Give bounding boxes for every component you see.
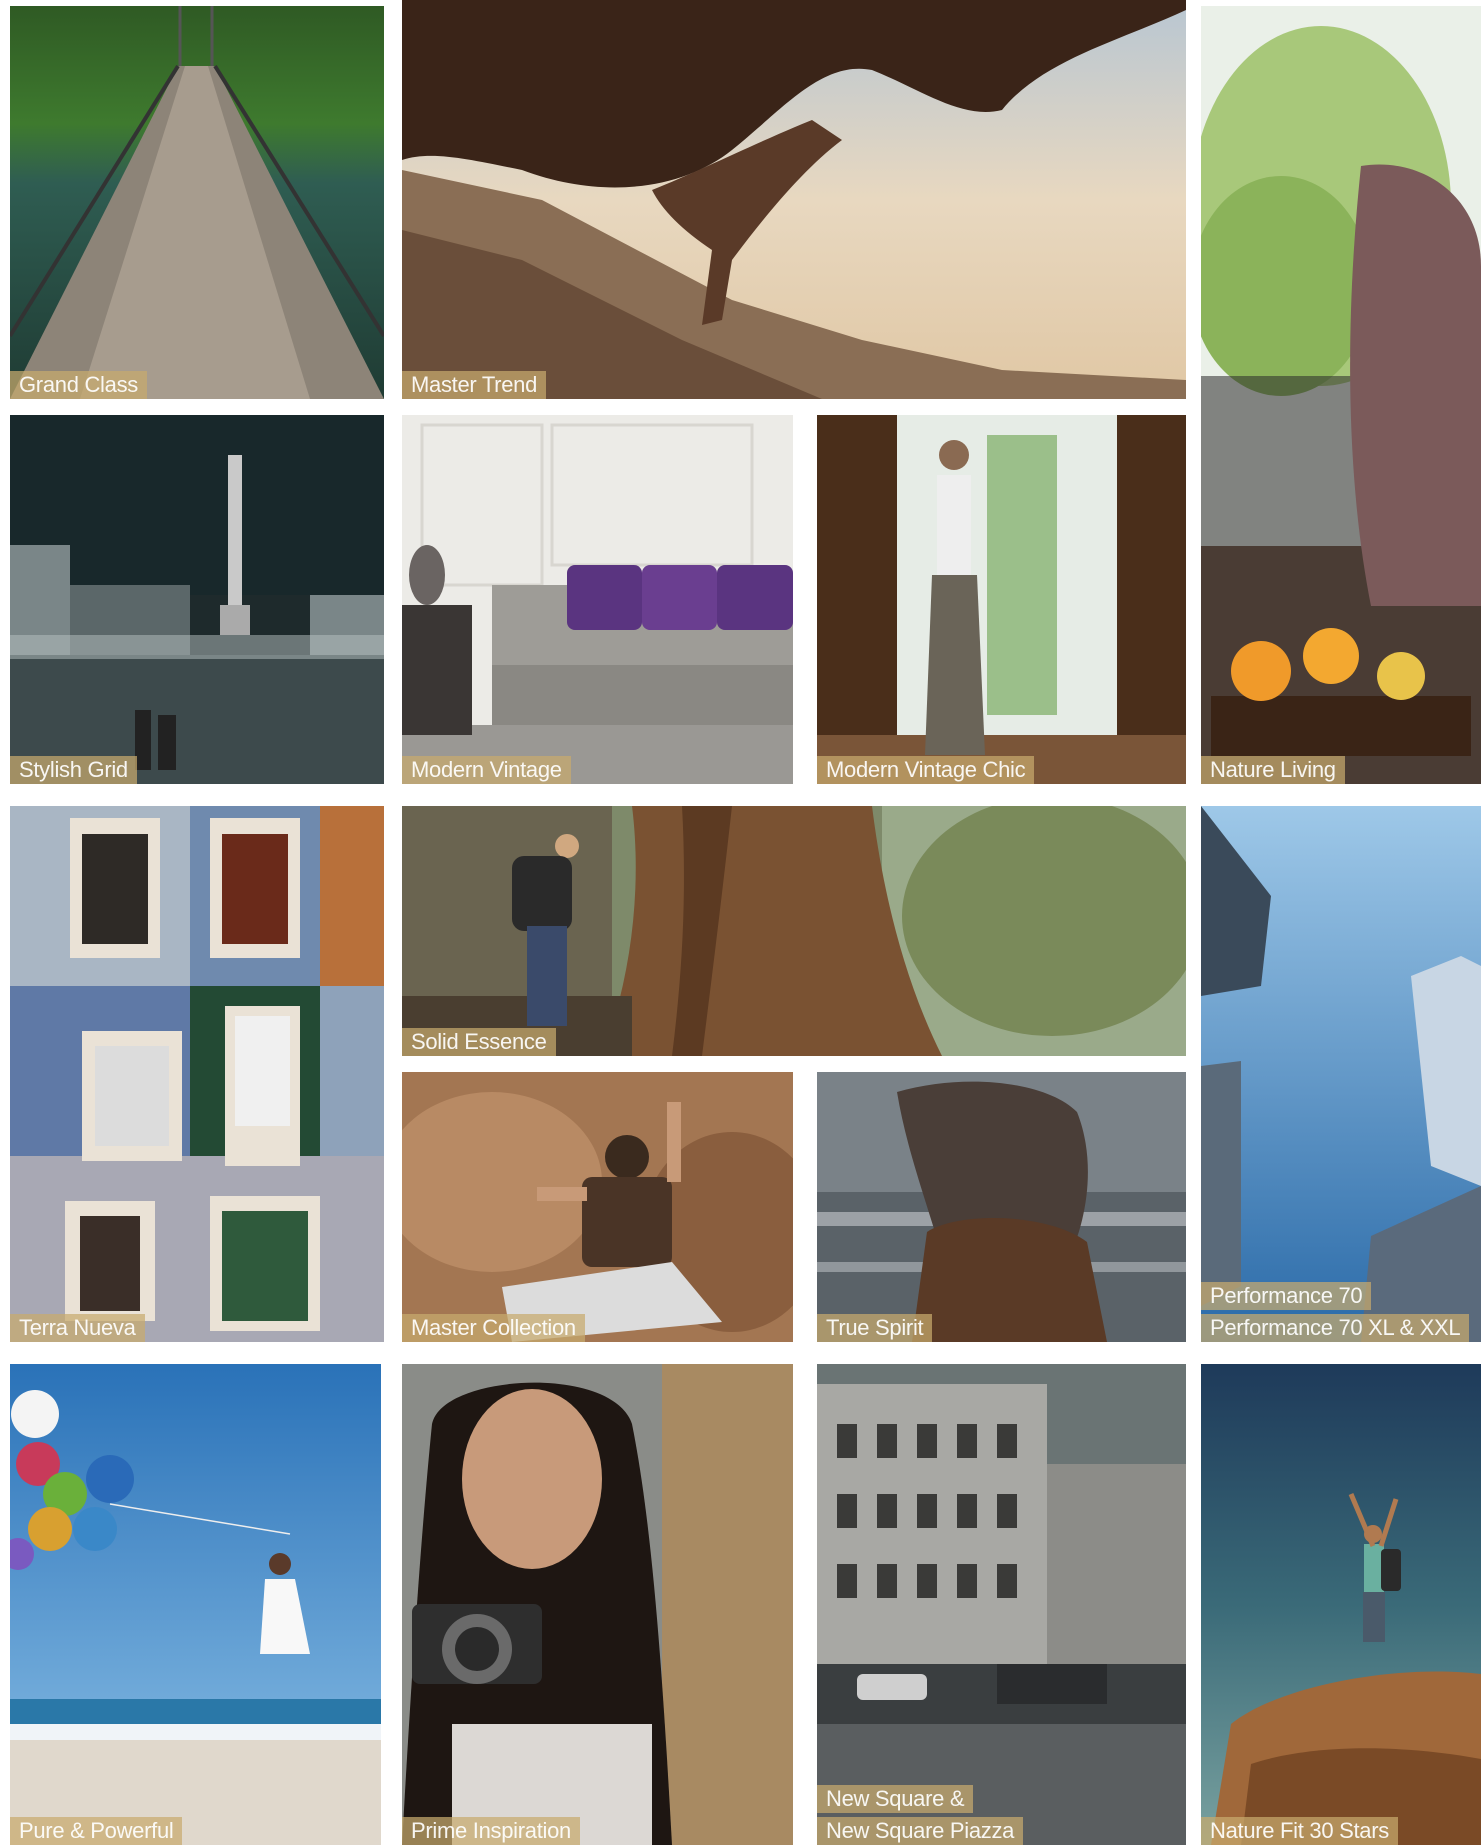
- tile-label: Performance 70 XL & XXL: [1201, 1314, 1470, 1342]
- tile-nature-living[interactable]: Nature Living: [1201, 6, 1481, 784]
- beach-balloons-image: [10, 1364, 381, 1845]
- tile-modern-vintage[interactable]: Modern Vintage: [402, 415, 793, 784]
- tile-label: Modern Vintage Chic: [817, 756, 1035, 784]
- tile-modern-vintage-chic[interactable]: Modern Vintage Chic: [817, 415, 1186, 784]
- tile-new-square[interactable]: New Square & New Square Piazza: [817, 1364, 1186, 1845]
- tile-pure-powerful[interactable]: Pure & Powerful: [10, 1364, 381, 1845]
- tile-grand-class[interactable]: Grand Class: [10, 6, 384, 399]
- tile-master-collection[interactable]: Master Collection: [402, 1072, 793, 1342]
- tile-label: Master Trend: [402, 371, 547, 399]
- camera-girl-image: [402, 1364, 793, 1845]
- tile-nature-fit[interactable]: Nature Fit 30 Stars: [1201, 1364, 1481, 1845]
- window-woman-image: [817, 415, 1186, 784]
- city-street-image: [817, 1364, 1186, 1845]
- tile-caption: Stylish Grid: [10, 756, 137, 784]
- tile-caption: Grand Class: [10, 371, 147, 399]
- balcony-woman-image: [1201, 6, 1481, 784]
- tile-true-spirit[interactable]: True Spirit: [817, 1072, 1186, 1342]
- tile-label: Prime Inspiration: [402, 1817, 580, 1845]
- tile-master-trend[interactable]: Master Trend: [402, 0, 1186, 399]
- tile-label: Pure & Powerful: [10, 1817, 183, 1845]
- tile-caption: New Square & New Square Piazza: [817, 1785, 1024, 1845]
- tile-label: Performance 70: [1201, 1282, 1372, 1310]
- tile-label: Stylish Grid: [10, 756, 137, 784]
- tile-caption: Performance 70 Performance 70 XL & XXL: [1201, 1282, 1470, 1342]
- tile-label: Grand Class: [10, 371, 147, 399]
- tiled-facade-image: [10, 806, 384, 1342]
- tile-caption: Modern Vintage Chic: [817, 756, 1035, 784]
- windblown-hair-image: [817, 1072, 1186, 1342]
- tile-caption: True Spirit: [817, 1314, 933, 1342]
- tile-label: Terra Nueva: [10, 1314, 145, 1342]
- suspension-bridge-image: [10, 6, 384, 399]
- tile-caption: Prime Inspiration: [402, 1817, 580, 1845]
- tile-prime-inspiration[interactable]: Prime Inspiration: [402, 1364, 793, 1845]
- tile-label: Nature Fit 30 Stars: [1201, 1817, 1398, 1845]
- rock-climber-image: [402, 0, 1186, 399]
- tile-caption: Terra Nueva: [10, 1314, 145, 1342]
- boulder-climber-image: [402, 1072, 793, 1342]
- tile-performance-70[interactable]: Performance 70 Performance 70 XL & XXL: [1201, 806, 1481, 1342]
- tile-label: Master Collection: [402, 1314, 585, 1342]
- tile-caption: Solid Essence: [402, 1028, 556, 1056]
- collection-grid: Grand Class Master Trend Nature Living S…: [0, 0, 1481, 1845]
- tile-caption: Pure & Powerful: [10, 1817, 183, 1845]
- tile-caption: Modern Vintage: [402, 756, 571, 784]
- tile-solid-essence[interactable]: Solid Essence: [402, 806, 1186, 1056]
- tile-caption: Master Collection: [402, 1314, 585, 1342]
- sequoia-hiker-image: [402, 806, 1186, 1056]
- tile-caption: Master Trend: [402, 371, 547, 399]
- tile-label: Modern Vintage: [402, 756, 571, 784]
- tile-label: New Square &: [817, 1785, 974, 1813]
- night-square-image: [10, 415, 384, 784]
- tile-label: Nature Living: [1201, 756, 1345, 784]
- tile-terra-nueva[interactable]: Terra Nueva: [10, 806, 384, 1342]
- summit-hiker-image: [1201, 1364, 1481, 1845]
- tile-caption: Nature Fit 30 Stars: [1201, 1817, 1398, 1845]
- tile-label: New Square Piazza: [817, 1817, 1024, 1845]
- skyscrapers-sky-image: [1201, 806, 1481, 1342]
- tile-stylish-grid[interactable]: Stylish Grid: [10, 415, 384, 784]
- tile-label: Solid Essence: [402, 1028, 556, 1056]
- tile-caption: Nature Living: [1201, 756, 1345, 784]
- tile-label: True Spirit: [817, 1314, 933, 1342]
- purple-sofa-image: [402, 415, 793, 784]
